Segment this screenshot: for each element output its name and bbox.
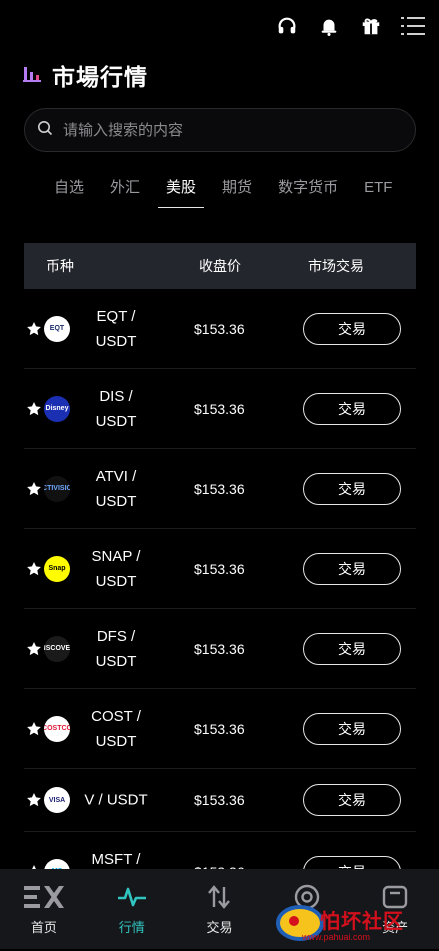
symbol-label: V / USDT: [78, 788, 154, 813]
nav-home[interactable]: 首页: [0, 869, 88, 949]
symbol-line-2: USDT: [95, 732, 137, 750]
star-icon[interactable]: [26, 792, 42, 808]
symbol-label: DFS / USDT: [78, 624, 154, 674]
stock-logo-icon: ACTIVISION: [44, 475, 70, 502]
trade-button[interactable]: 交易: [303, 712, 401, 745]
tab-us-stocks[interactable]: 美股: [158, 168, 205, 208]
swap-arrows-icon: [199, 883, 239, 911]
symbol-line-2: USDT: [95, 492, 137, 510]
trade-button[interactable]: 交易: [303, 392, 401, 425]
symbol-line-2: USDT: [95, 572, 137, 590]
symbol-line-1: V / USDT: [84, 791, 148, 809]
column-header-coin: 币种: [46, 258, 74, 274]
title-row: 市場行情: [22, 58, 148, 92]
symbol-label: COST / USDT: [78, 704, 154, 754]
stock-logo-icon: VISA: [44, 787, 70, 813]
nav-trade[interactable]: 交易: [176, 869, 264, 949]
nav-home-label: 首页: [30, 920, 57, 935]
stock-logo-icon: Snap: [44, 555, 70, 582]
gift-icon[interactable]: [359, 14, 383, 38]
close-price: $153.36: [194, 720, 245, 737]
stock-list: EQT EQT / USDT $153.36 交易 Disney DIS / USDT $153…: [24, 289, 416, 912]
watermark-text: 怕坏社区: [320, 911, 404, 933]
stock-logo-icon: EQT: [44, 315, 70, 342]
symbol-line-1: MSFT /: [91, 850, 141, 868]
table-row: ACTIVISION ATVI / USDT $153.36 交易: [24, 449, 416, 529]
symbol-line-1: DIS /: [99, 387, 133, 405]
star-icon[interactable]: [26, 481, 42, 497]
search-input[interactable]: [61, 120, 385, 140]
search-icon: [37, 120, 53, 141]
close-price: $153.36: [194, 560, 245, 577]
tab-forex[interactable]: 外汇: [102, 168, 148, 208]
trade-button[interactable]: 交易: [303, 552, 401, 585]
tab-etf[interactable]: ETF: [356, 168, 400, 208]
trade-button[interactable]: 交易: [303, 784, 401, 816]
star-icon[interactable]: [26, 721, 42, 737]
market-pulse-icon: [112, 883, 152, 911]
close-price: $153.36: [194, 792, 245, 808]
nav-market-label: 行情: [118, 920, 145, 935]
nav-trade-label: 交易: [206, 920, 233, 935]
close-price: $153.36: [194, 400, 245, 417]
page-title: 市場行情: [52, 64, 148, 90]
symbol-label: ATVI / USDT: [78, 464, 154, 514]
trade-button[interactable]: 交易: [303, 632, 401, 665]
top-icon-bar: [275, 12, 425, 40]
stock-logo-icon: Disney: [44, 395, 70, 422]
symbol-line-2: USDT: [95, 652, 137, 670]
close-price: $153.36: [194, 480, 245, 497]
market-tabs: 自选 外汇 美股 期货 数字货币 ETF: [46, 168, 410, 208]
table-row: DISCOVER DFS / USDT $153.36 交易: [24, 609, 416, 689]
symbol-line-1: ATVI /: [95, 467, 137, 485]
symbol-label: DIS / USDT: [78, 384, 154, 434]
symbol-line-2: USDT: [95, 412, 137, 430]
menu-icon[interactable]: [401, 14, 425, 38]
headset-icon[interactable]: [275, 14, 299, 38]
star-icon[interactable]: [26, 321, 42, 337]
close-price: $153.36: [194, 640, 245, 657]
notification-icon[interactable]: [317, 14, 341, 38]
star-icon[interactable]: [26, 561, 42, 577]
table-header: 币种 收盘价 市场交易: [24, 243, 416, 289]
table-row: COSTCO COST / USDT $153.36 交易: [24, 689, 416, 769]
symbol-line-1: DFS /: [96, 627, 136, 645]
symbol-label: SNAP / USDT: [78, 544, 154, 594]
symbol-line-2: USDT: [95, 332, 137, 350]
tab-watchlist[interactable]: 自选: [46, 168, 92, 208]
stock-logo-icon: COSTCO: [44, 715, 70, 742]
table-row: Disney DIS / USDT $153.36 交易: [24, 369, 416, 449]
table-row: VISA V / USDT $153.36 交易: [24, 769, 416, 832]
symbol-line-1: EQT /: [96, 307, 136, 325]
symbol-line-1: SNAP /: [91, 547, 141, 565]
stock-logo-icon: DISCOVER: [44, 635, 70, 662]
symbol-line-1: COST /: [91, 707, 141, 725]
column-header-close: 收盘价: [199, 258, 241, 274]
close-price: $153.36: [194, 320, 245, 337]
nav-market[interactable]: 行情: [88, 869, 176, 949]
search-box[interactable]: [24, 108, 416, 152]
column-header-market: 市场交易: [308, 258, 364, 274]
home-logo-icon: [23, 883, 64, 911]
tab-crypto[interactable]: 数字货币: [270, 168, 346, 208]
table-row: Snap SNAP / USDT $153.36 交易: [24, 529, 416, 609]
star-icon[interactable]: [26, 641, 42, 657]
trade-button[interactable]: 交易: [303, 472, 401, 505]
star-icon[interactable]: [26, 401, 42, 417]
trade-button[interactable]: 交易: [303, 312, 401, 345]
watermark-url: www.pahuai.com: [302, 932, 371, 942]
tab-futures[interactable]: 期货: [214, 168, 260, 208]
symbol-label: EQT / USDT: [78, 304, 154, 354]
table-row: EQT EQT / USDT $153.36 交易: [24, 289, 416, 369]
bar-chart-icon: [22, 63, 42, 88]
